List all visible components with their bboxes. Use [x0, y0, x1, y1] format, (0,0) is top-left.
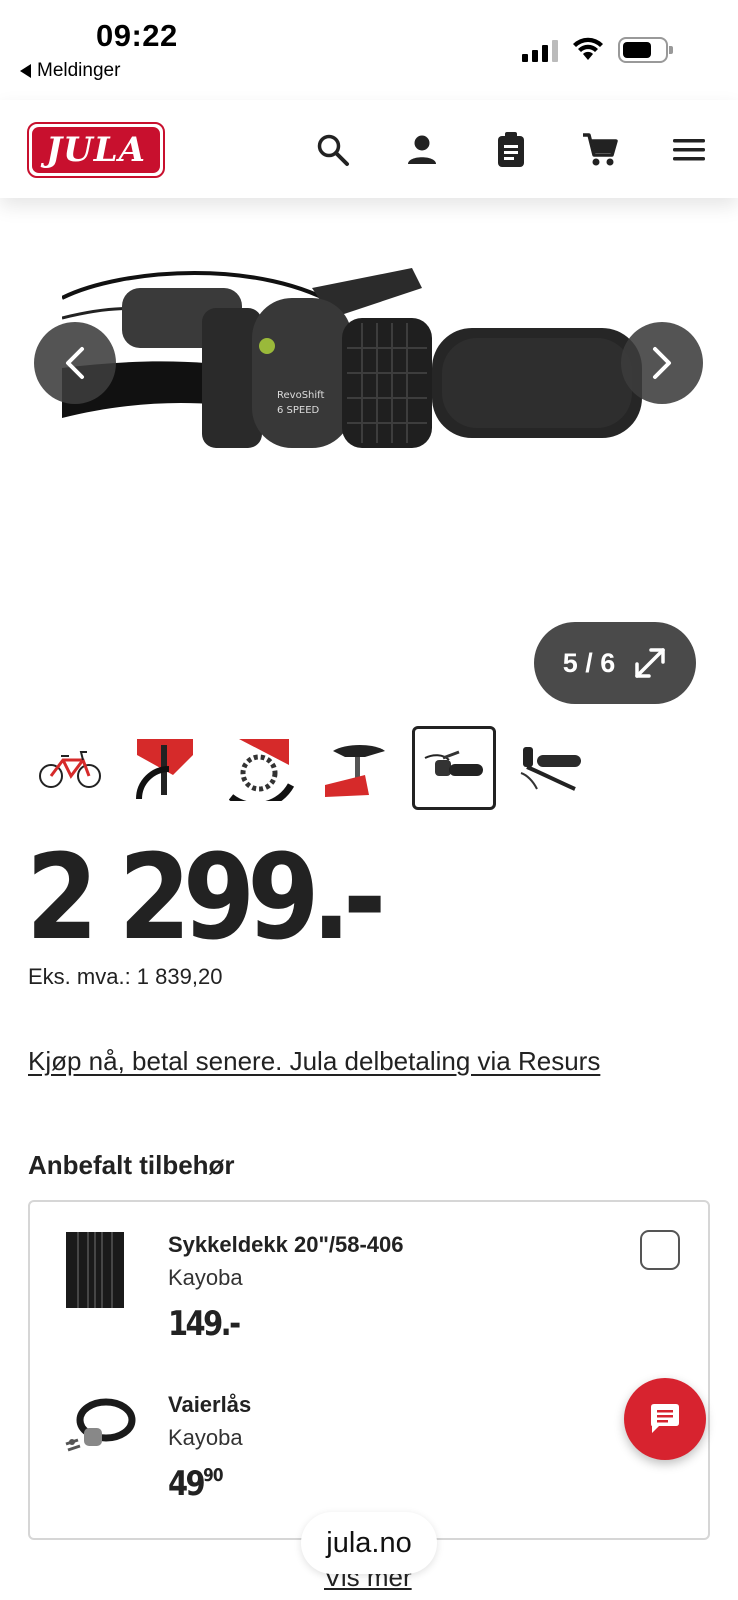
back-app-label: Meldinger: [37, 60, 121, 81]
tire-image: [66, 1232, 124, 1308]
accessory-brand: Kayoba: [168, 1265, 243, 1290]
expand-icon: [635, 648, 666, 678]
product-price: 2 299.-: [26, 828, 386, 966]
thumbnail-4[interactable]: [316, 726, 400, 810]
chevron-left-icon: [66, 347, 84, 379]
bike-thumb-image: [39, 751, 101, 788]
gallery-prev-button[interactable]: [34, 322, 116, 404]
menu-icon[interactable]: [669, 130, 709, 170]
thumbnail-2[interactable]: [124, 726, 208, 810]
status-bar: 09:22 Meldinger: [0, 0, 738, 100]
financing-link[interactable]: Kjøp nå, betal senere. Jula delbetaling …: [28, 1046, 600, 1077]
account-icon[interactable]: [402, 130, 442, 170]
product-gallery: RevoShift 6 SPEED 5 / 6: [0, 198, 738, 718]
grip-shifter-thumb-image: [424, 750, 483, 776]
fork-thumb-image: [136, 739, 193, 800]
accessory-brand: Kayoba: [168, 1425, 243, 1450]
accessory-name: Vaierlås: [168, 1392, 252, 1417]
clipboard-icon[interactable]: [491, 130, 531, 170]
clock: 09:22: [96, 18, 178, 53]
thumbnail-1[interactable]: [28, 726, 112, 810]
jula-logo[interactable]: JULA: [27, 122, 165, 178]
accessory-checkbox[interactable]: [640, 1230, 680, 1270]
gear-thumb-image: [229, 739, 295, 801]
accessory-price: 4990: [168, 1464, 224, 1504]
svg-text:6 SPEED: 6 SPEED: [277, 405, 320, 416]
saddle-thumb-image: [325, 745, 385, 797]
back-triangle-icon: [20, 64, 31, 78]
wifi-icon: [573, 37, 603, 60]
image-counter: 5 / 6: [562, 647, 616, 678]
back-to-app-link[interactable]: Meldinger: [20, 60, 120, 82]
cart-icon[interactable]: [580, 130, 620, 170]
search-icon[interactable]: [313, 130, 353, 170]
browser-url-pill[interactable]: jula.no: [301, 1512, 437, 1574]
chat-icon: [651, 1404, 679, 1433]
gallery-next-button[interactable]: [621, 322, 703, 404]
cable-lock-image: [65, 1398, 136, 1452]
accessory-item-tire[interactable]: Sykkeldekk 20"/58-406 Kayoba 149.-: [30, 1202, 708, 1352]
brake-lever-thumb-image: [520, 747, 581, 791]
gallery-fullscreen-button[interactable]: 5 / 6: [534, 622, 696, 704]
site-header: JULA: [0, 100, 738, 198]
battery-icon: [618, 37, 673, 63]
accessory-item-cable-lock[interactable]: Vaierlås Kayoba 4990: [30, 1364, 708, 1514]
thumbnail-6[interactable]: [508, 726, 592, 810]
chevron-right-icon: [653, 347, 671, 379]
accessories-heading: Anbefalt tilbehør: [28, 1150, 235, 1180]
accessory-price: 149.-: [168, 1304, 241, 1344]
signal-icon: [522, 38, 558, 62]
product-image-grip-shifter: RevoShift 6 SPEED: [62, 268, 642, 448]
thumbnail-5[interactable]: [412, 726, 496, 810]
price-ex-vat: Eks. mva.: 1 839,20: [28, 964, 223, 989]
thumbnail-strip: [28, 726, 718, 810]
logo-text: JULA: [32, 127, 160, 173]
thumbnail-3[interactable]: [220, 726, 304, 810]
chat-button[interactable]: [624, 1378, 706, 1460]
accessories-list: Sykkeldekk 20"/58-406 Kayoba 149.- Vaier…: [28, 1200, 710, 1540]
svg-text:RevoShift: RevoShift: [277, 390, 324, 401]
accessory-name: Sykkeldekk 20"/58-406: [168, 1232, 404, 1257]
